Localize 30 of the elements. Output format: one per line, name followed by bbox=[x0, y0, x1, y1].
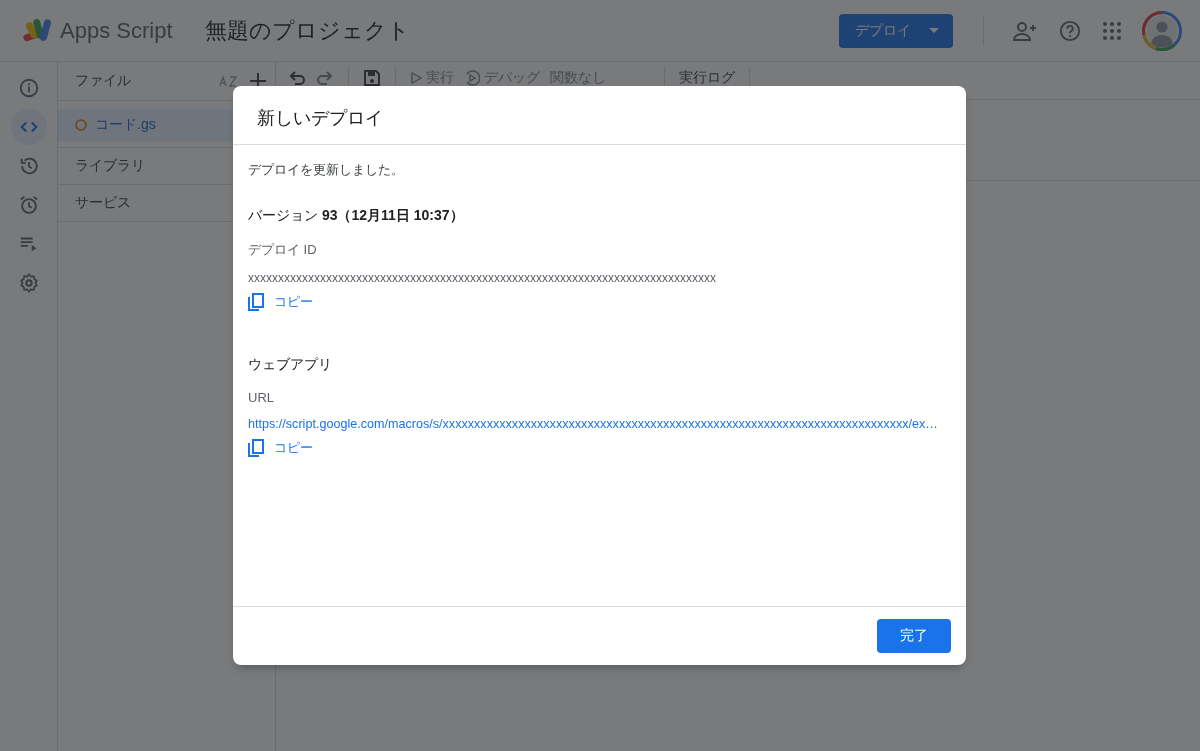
copy-link[interactable]: コピー bbox=[248, 439, 313, 457]
copy-link[interactable]: コピー bbox=[248, 293, 313, 311]
copy-icon bbox=[248, 293, 264, 311]
caret-icon bbox=[929, 28, 939, 33]
dialog-title: 新しいデプロイ bbox=[233, 86, 966, 145]
help-icon[interactable] bbox=[1059, 19, 1081, 42]
log-button[interactable]: 実行ログ bbox=[679, 68, 735, 87]
save-icon[interactable] bbox=[363, 68, 381, 87]
debug-icon bbox=[464, 69, 480, 86]
info-icon[interactable] bbox=[17, 77, 40, 99]
deploy-button[interactable]: デプロイ bbox=[839, 13, 953, 48]
copy-icon bbox=[248, 439, 264, 457]
avatar[interactable] bbox=[1142, 10, 1182, 51]
logo-icon bbox=[22, 17, 54, 44]
project-title[interactable]: 無題のプロジェクト bbox=[204, 15, 410, 46]
undo-icon[interactable] bbox=[288, 68, 306, 87]
play-icon bbox=[410, 71, 422, 84]
settings-icon[interactable] bbox=[17, 272, 40, 294]
done-button[interactable]: 完了 bbox=[877, 619, 951, 653]
apps-grid-icon[interactable] bbox=[1103, 21, 1121, 40]
url-link[interactable]: https://script.google.com/macros/s/xxxxxxxxxxxxxxxxxxxxxxxxxxxxxxxxxxxxxxxxxxxxxxxxxxxxxxxxxxxxxxxxxxxxxxxxxx/ex… bbox=[248, 417, 938, 431]
product-name: Apps Script bbox=[60, 17, 173, 44]
add-person-icon[interactable] bbox=[1013, 19, 1037, 42]
status-dot-icon bbox=[75, 119, 87, 131]
field-label: デプロイ ID bbox=[248, 241, 318, 259]
field-label: URL bbox=[248, 390, 275, 405]
rail-tab[interactable] bbox=[10, 109, 47, 145]
section-heading: ウェブアプリ bbox=[248, 356, 333, 374]
deploy-id: xxxxxxxxxxxxxxxxxxxxxxxxxxxxxxxxxxxxxxxxxxxxxxxxxxxxxxxxxxxxxxxxxxxxxxxxxxxxxx bbox=[248, 271, 717, 285]
panel-title: ファイル bbox=[75, 72, 132, 90]
